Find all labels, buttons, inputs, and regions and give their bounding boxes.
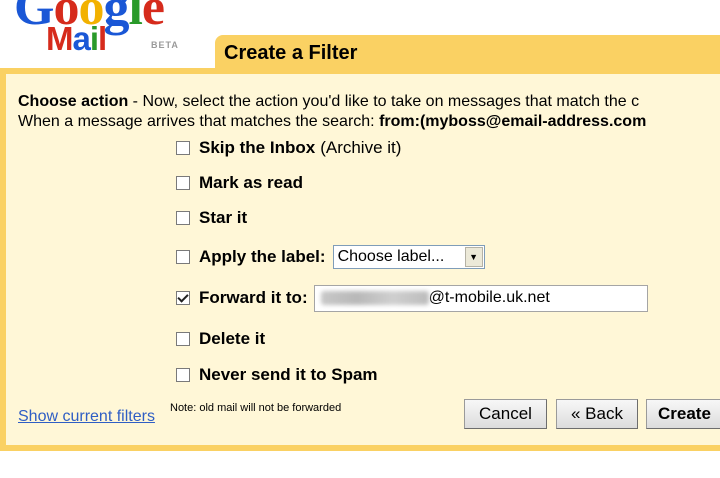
page-title: Create a Filter [224,42,358,64]
forward-address-input[interactable]: @t-mobile.uk.net [313,284,648,312]
option-note: (Archive it) [320,138,402,157]
instructions-line-1: Choose action - Now, select the action y… [18,92,646,112]
checkbox-never-spam[interactable] [176,368,190,382]
forward-domain: @t-mobile.uk.net [428,289,550,306]
instructions-line-1-rest: - Now, select the action you'd like to t… [128,93,640,110]
option-label: Star it [199,208,248,227]
option-label: Never send it to Spam [199,365,378,384]
redacted-number [320,291,429,305]
option-delete-it[interactable]: Delete it [176,327,265,351]
forward-note: Note: old mail will not be forwarded [170,402,342,414]
checkbox-skip-inbox[interactable] [176,141,190,155]
search-query: from:(myboss@email-address.com [379,113,647,130]
filter-panel: Choose action - Now, select the action y… [0,68,720,451]
create-filter-button[interactable]: Create [646,399,720,429]
logo-beta: BETA [151,40,179,50]
logo-mail-text: Mail [46,20,107,57]
option-mark-as-read[interactable]: Mark as read [176,171,303,195]
filter-panel-inner: Choose action - Now, select the action y… [6,74,720,445]
instructions-line-2: When a message arrives that matches the … [18,112,646,132]
gmail-logo[interactable]: Google Mail BETA [0,0,215,68]
instructions-heading: Choose action [18,93,129,110]
option-label: Apply the label: [199,247,326,266]
back-button[interactable]: « Back [556,399,638,429]
checkbox-mark-as-read[interactable] [176,176,190,190]
instructions-line-2-prefix: When a message arrives that matches the … [18,113,380,130]
checkbox-delete-it[interactable] [176,332,190,346]
show-current-filters-link[interactable]: Show current filters [18,408,155,426]
option-star-it[interactable]: Star it [176,206,247,230]
cancel-button[interactable]: Cancel [464,399,547,429]
option-never-spam[interactable]: Never send it to Spam [176,363,378,387]
instructions: Choose action - Now, select the action y… [18,92,646,132]
option-label: Forward it to: [199,288,308,307]
checkbox-apply-label[interactable] [176,250,190,264]
option-apply-label[interactable]: Apply the label: Choose label... ▼ [176,245,485,269]
label-select[interactable]: Choose label... ▼ [332,245,485,269]
option-label: Mark as read [199,173,303,192]
checkbox-forward[interactable] [176,291,190,305]
filter-header-tab: Create a Filter [215,35,720,69]
option-label: Skip the Inbox [199,138,316,157]
option-skip-inbox[interactable]: Skip the Inbox (Archive it) [176,136,401,160]
option-label: Delete it [199,329,266,348]
option-forward[interactable]: Forward it to: @t-mobile.uk.net [176,284,648,312]
chevron-down-icon[interactable]: ▼ [464,247,483,267]
checkbox-star-it[interactable] [176,211,190,225]
label-select-value: Choose label... [337,248,445,265]
